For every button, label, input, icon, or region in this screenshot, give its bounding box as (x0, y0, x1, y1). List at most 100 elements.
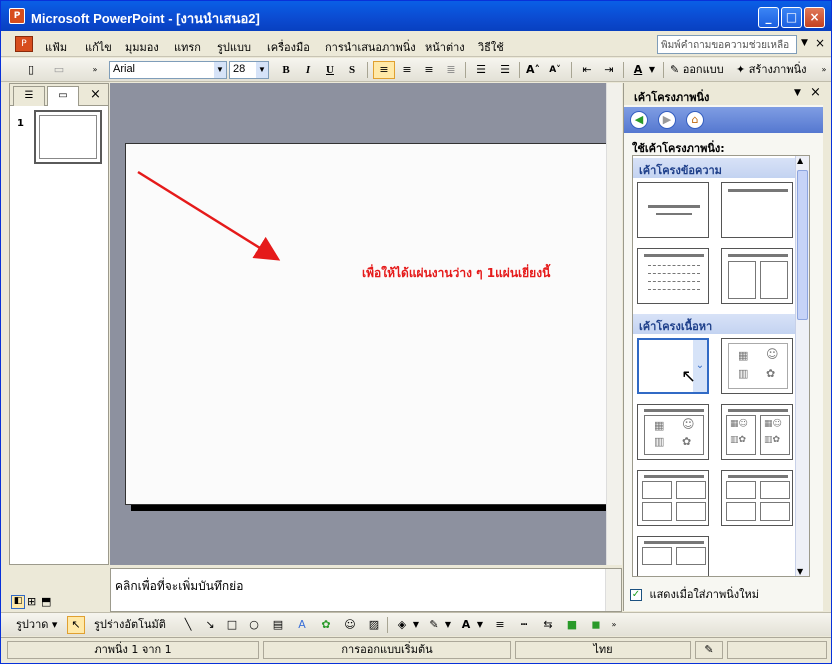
spellcheck-icon[interactable]: ✎ (695, 641, 723, 659)
forward-icon[interactable]: ▶ (658, 111, 676, 129)
bold-button[interactable]: B (277, 61, 295, 79)
editor-vertical-scrollbar[interactable] (606, 83, 622, 565)
align-center-button[interactable]: ≡ (397, 61, 417, 79)
layout-gallery[interactable]: เค้าโครงข้อความ เค้าโครงเนื้อหา ⌄ ↖ ▦ ☺ … (632, 155, 810, 577)
wordart-icon[interactable]: A (293, 616, 311, 634)
menu-file[interactable]: แฟ้ม (45, 38, 67, 56)
layout-title-two-content[interactable]: ▦☺ ▦☺ ▥✿ ▥✿ (721, 404, 793, 460)
close-pane-icon[interactable]: × (90, 87, 101, 102)
menu-format[interactable]: รูปแบบ (217, 38, 251, 56)
back-icon[interactable]: ◀ (630, 111, 648, 129)
autoshapes-menu-button[interactable]: รูปร่างอัตโนมัติ ▾ (93, 616, 173, 647)
italic-button[interactable]: I (299, 61, 317, 79)
help-search-input[interactable]: พิมพ์คำถามขอความช่วยเหลือ (657, 35, 797, 54)
arrow-style-icon[interactable]: ⇆ (539, 616, 557, 634)
toolbar-options-icon[interactable]: » (609, 616, 619, 634)
menu-slideshow[interactable]: การนำเสนอภาพนิ่ง (325, 38, 416, 56)
close-doc-icon[interactable]: × (815, 36, 825, 50)
slideshow-icon[interactable]: ⬒ (41, 595, 51, 608)
toolbar-options-icon[interactable]: » (819, 61, 829, 79)
fill-color-icon[interactable]: ◈ (393, 616, 411, 634)
close-icon[interactable]: × (810, 85, 821, 100)
menu-view[interactable]: มุมมอง (125, 38, 159, 56)
title-bar[interactable]: P Microsoft PowerPoint - [งานนำเสนอ2] _ … (1, 1, 831, 31)
dash-style-icon[interactable]: ┅ (515, 616, 533, 634)
decrease-indent-icon[interactable]: ⇤ (577, 61, 597, 79)
slide-editor[interactable]: เพื่อให้ได้แผ่นงานว่าง ๆ 1แผ่นเยี่ยงนี้ (110, 83, 622, 565)
maximize-button[interactable]: □ (781, 7, 802, 28)
menu-edit[interactable]: แก้ไข (85, 38, 112, 56)
decrease-font-icon[interactable]: A˅ (545, 61, 565, 79)
line-color-icon[interactable]: ✎ (425, 616, 443, 634)
align-left-button[interactable]: ≡ (373, 61, 395, 79)
powerpoint-icon[interactable]: P (9, 8, 25, 24)
layout-title-content[interactable]: ▦ ☺ ▥ ✿ (637, 404, 709, 460)
increase-indent-icon[interactable]: ⇥ (599, 61, 619, 79)
notes-pane[interactable]: คลิกเพื่อที่จะเพิ่มบันทึกย่อ (110, 568, 622, 612)
slide-sorter-icon[interactable]: ⊞ (27, 595, 36, 608)
chevron-down-icon[interactable]: ▼ (411, 616, 421, 634)
shadow-style-icon[interactable]: ■ (563, 616, 581, 634)
line-style-icon[interactable]: ≡ (491, 616, 509, 634)
select-pointer-icon[interactable]: ↖ (67, 616, 85, 634)
chevron-down-icon[interactable]: ▼ (647, 61, 657, 79)
rectangle-icon[interactable]: □ (223, 616, 241, 634)
scroll-thumb[interactable] (797, 170, 808, 320)
show-when-inserting-option[interactable]: ✓ แสดงเมื่อใส่ภาพนิ่งใหม่ (630, 585, 759, 603)
normal-view-icon[interactable]: ◧ (11, 595, 25, 609)
chevron-down-icon[interactable]: ▼ (794, 88, 801, 98)
underline-button[interactable]: U (321, 61, 339, 79)
slides-tab[interactable]: ▭ (47, 86, 79, 106)
new-doc-icon[interactable]: ▯ (21, 61, 41, 79)
oval-icon[interactable]: ○ (245, 616, 263, 634)
layout-title-slide[interactable] (637, 182, 709, 238)
chevron-down-icon[interactable]: ▼ (475, 616, 485, 634)
textbox-icon[interactable]: ▤ (269, 616, 287, 634)
diagram-icon[interactable]: ✿ (317, 616, 335, 634)
scroll-down-icon[interactable]: ▼ (797, 567, 803, 576)
outline-tab[interactable]: ☰ (13, 86, 45, 106)
numbering-icon[interactable]: ☰ (471, 61, 491, 79)
notes-scrollbar[interactable] (605, 569, 621, 611)
new-slide-button[interactable]: ✦ สร้างภาพนิ่ง (735, 61, 815, 79)
layout-two-column-text[interactable] (721, 248, 793, 304)
shadow-button[interactable]: S (343, 61, 361, 79)
align-right-button[interactable]: ≡ (419, 61, 439, 79)
menu-window[interactable]: หน้าต่าง (425, 38, 465, 56)
help-dropdown-icon[interactable]: ▼ (801, 38, 808, 48)
menu-help[interactable]: วิธีใช้ (478, 38, 504, 56)
slide-canvas[interactable]: เพื่อให้ได้แผ่นงานว่าง ๆ 1แผ่นเยี่ยงนี้ (125, 143, 607, 505)
layout-gallery-scrollbar[interactable]: ▲ ▼ (795, 156, 809, 576)
layout-blank[interactable]: ⌄ ↖ (637, 338, 709, 394)
layout-title-content-grid-alt[interactable] (721, 470, 793, 526)
draw-menu-button[interactable]: รูปวาด ▾ (15, 616, 63, 634)
font-size-combo[interactable]: 28 ▼ (229, 61, 269, 79)
chevron-down-icon[interactable]: ▼ (443, 616, 453, 634)
justify-button[interactable]: ≣ (441, 61, 461, 79)
checkbox-checked-icon[interactable]: ✓ (630, 589, 642, 601)
chevron-down-icon[interactable]: ▼ (214, 62, 226, 78)
layout-title-only[interactable] (721, 182, 793, 238)
arrow-icon[interactable]: ↘ (201, 616, 219, 634)
clipart-icon[interactable]: ☺ (341, 616, 359, 634)
copy-icon[interactable]: ▭ (49, 61, 69, 79)
design-button[interactable]: ✎ ออกแบบ (669, 61, 731, 79)
line-icon[interactable]: ╲ (179, 616, 197, 634)
layout-content[interactable]: ▦ ☺ ▥ ✿ (721, 338, 793, 394)
3d-style-icon[interactable]: ◼ (587, 616, 605, 634)
font-name-combo[interactable]: Arial ▼ (109, 61, 227, 79)
toolbar-options-icon[interactable]: » (89, 61, 101, 79)
layout-title-text[interactable] (637, 248, 709, 304)
chevron-down-icon[interactable]: ▼ (256, 62, 268, 78)
menu-insert[interactable]: แทรก (174, 38, 201, 56)
layout-title-content-four[interactable] (637, 536, 709, 576)
minimize-button[interactable]: _ (758, 7, 779, 28)
close-button[interactable]: × (804, 7, 825, 28)
doc-icon[interactable]: P (15, 36, 33, 52)
bullets-icon[interactable]: ☰ (495, 61, 515, 79)
picture-icon[interactable]: ▨ (365, 616, 383, 634)
slide-thumbnail[interactable] (34, 110, 102, 164)
scroll-up-icon[interactable]: ▲ (797, 156, 803, 165)
menu-tools[interactable]: เครื่องมือ (267, 38, 310, 56)
increase-font-icon[interactable]: A˄ (523, 61, 543, 79)
